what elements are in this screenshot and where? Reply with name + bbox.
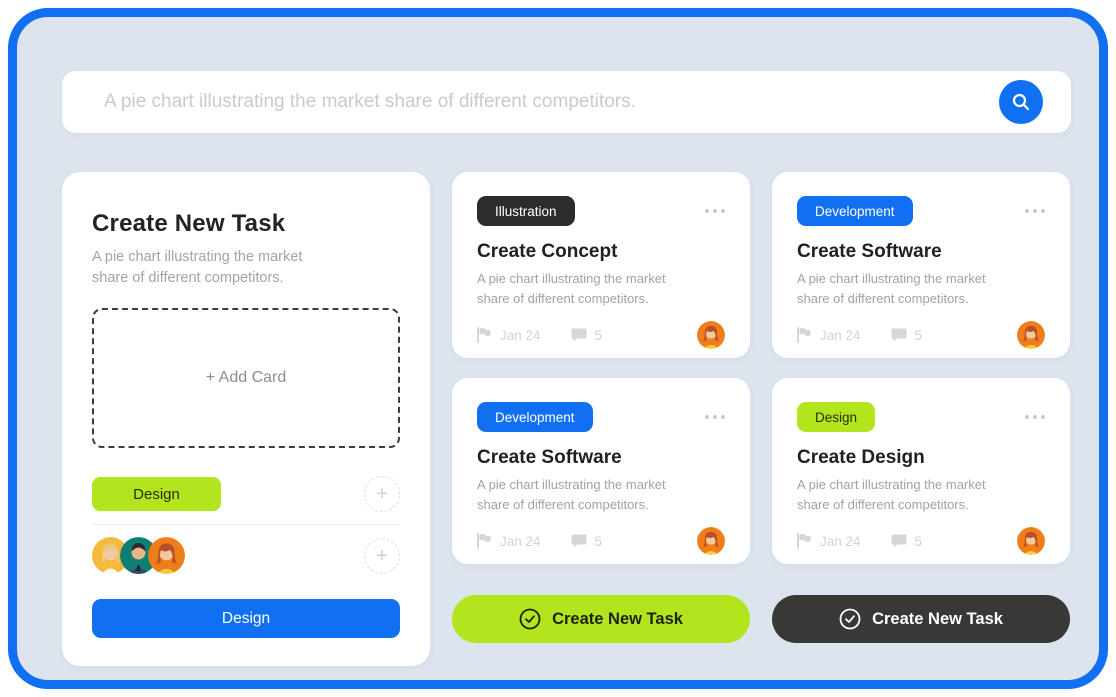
flag-icon (797, 533, 812, 549)
ellipsis-icon[interactable] (1025, 205, 1045, 217)
panel-title: Create New Task (92, 210, 400, 238)
avatar-redhead-woman (148, 537, 185, 574)
plus-icon: + (376, 484, 388, 504)
create-task-panel: Create New Task A pie chart illustrating… (62, 172, 430, 666)
comment-icon (891, 328, 907, 342)
card-title: Create Design (797, 447, 1045, 469)
card-description: A pie chart illustrating the market shar… (477, 475, 677, 515)
members-row: + (92, 537, 400, 574)
card-tag[interactable]: Development (797, 196, 913, 226)
flag-icon (797, 327, 812, 343)
search-button[interactable] (999, 80, 1043, 124)
card-title: Create Software (797, 241, 1045, 263)
ellipsis-icon[interactable] (1025, 411, 1045, 423)
add-card-label: + Add Card (206, 369, 287, 387)
add-member-button[interactable]: + (364, 538, 400, 574)
flag-icon (477, 327, 492, 343)
avatar-group (92, 537, 185, 574)
check-circle-icon (839, 608, 861, 630)
ellipsis-icon[interactable] (705, 411, 725, 423)
card-date: Jan 24 (797, 327, 861, 343)
card-title: Create Software (477, 447, 725, 469)
tag-design[interactable]: Design (92, 477, 221, 511)
flag-icon (477, 533, 492, 549)
task-card[interactable]: Illustration Create Concept A pie chart … (452, 172, 750, 358)
card-description: A pie chart illustrating the market shar… (477, 269, 677, 309)
search-icon (1011, 92, 1031, 112)
card-title: Create Concept (477, 241, 725, 263)
card-date: Jan 24 (477, 533, 541, 549)
search-input[interactable] (62, 91, 999, 113)
card-comments: 5 (571, 328, 603, 343)
card-comments: 5 (891, 534, 923, 549)
card-date: Jan 24 (477, 327, 541, 343)
comment-icon (571, 534, 587, 548)
task-card[interactable]: Development Create Software A pie chart … (452, 378, 750, 564)
card-tag[interactable]: Design (797, 402, 875, 432)
add-card-dropzone[interactable]: + Add Card (92, 308, 400, 448)
add-tag-button[interactable]: + (364, 476, 400, 512)
card-tag[interactable]: Illustration (477, 196, 575, 226)
create-new-task-button-primary[interactable]: Create New Task (452, 595, 750, 643)
comment-icon (571, 328, 587, 342)
task-card[interactable]: Design Create Design A pie chart illustr… (772, 378, 1070, 564)
check-circle-icon (519, 608, 541, 630)
design-submit-button[interactable]: Design (92, 599, 400, 638)
avatar-redhead-woman (697, 527, 725, 555)
ellipsis-icon[interactable] (705, 205, 725, 217)
card-comments: 5 (571, 534, 603, 549)
plus-icon: + (376, 546, 388, 566)
task-card[interactable]: Development Create Software A pie chart … (772, 172, 1070, 358)
search-bar (62, 71, 1071, 133)
tag-row: Design + (92, 476, 400, 512)
card-comments: 5 (891, 328, 923, 343)
card-description: A pie chart illustrating the market shar… (797, 475, 997, 515)
app-frame: Create New Task A pie chart illustrating… (8, 8, 1108, 689)
avatar-redhead-woman (697, 321, 725, 349)
card-tag[interactable]: Development (477, 402, 593, 432)
card-date: Jan 24 (797, 533, 861, 549)
panel-description: A pie chart illustrating the market shar… (92, 247, 342, 289)
card-description: A pie chart illustrating the market shar… (797, 269, 997, 309)
divider (92, 524, 400, 525)
create-new-task-button-secondary[interactable]: Create New Task (772, 595, 1070, 643)
avatar-redhead-woman (1017, 527, 1045, 555)
comment-icon (891, 534, 907, 548)
avatar-redhead-woman (1017, 321, 1045, 349)
